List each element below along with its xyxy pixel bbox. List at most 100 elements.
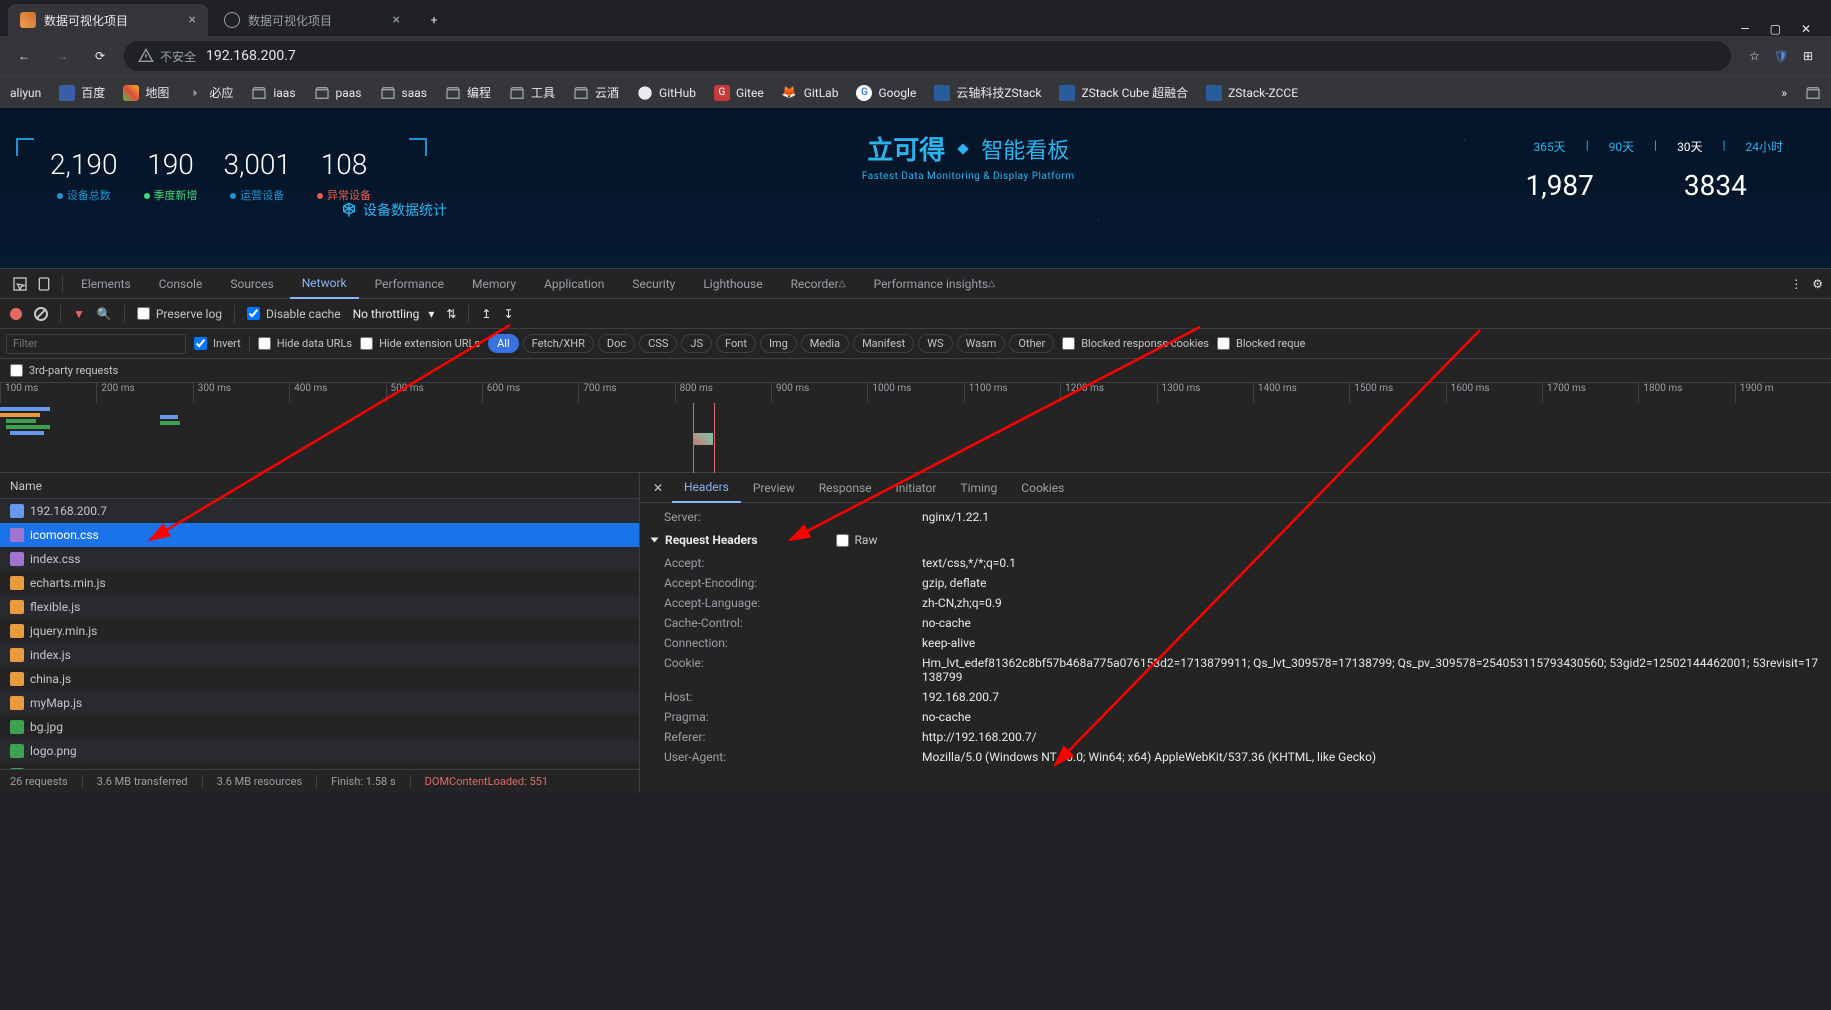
- filter-365[interactable]: 365天: [1525, 138, 1573, 155]
- devtools-tab-performance-insights[interactable]: Performance insights △: [862, 269, 1007, 299]
- bookmark-item[interactable]: 地图: [123, 84, 169, 101]
- close-icon[interactable]: ×: [189, 12, 196, 28]
- devtools-tab-sources[interactable]: Sources: [218, 269, 285, 299]
- devtools-tab-recorder[interactable]: Recorder △: [779, 269, 858, 299]
- hide-data-checkbox[interactable]: Hide data URLs: [258, 337, 352, 350]
- request-headers-section[interactable]: Request Headers Raw: [652, 527, 1819, 553]
- bookmark-item[interactable]: ZStack Cube 超融合: [1059, 84, 1188, 101]
- third-party-checkbox[interactable]: 3rd-party requests: [10, 364, 118, 377]
- bookmark-item[interactable]: ZStack-ZCCE: [1206, 85, 1298, 101]
- url-input[interactable]: 不安全 192.168.200.7: [124, 41, 1731, 71]
- type-pill-doc[interactable]: Doc: [598, 334, 635, 353]
- type-pill-js[interactable]: JS: [681, 334, 712, 353]
- bookmark-item[interactable]: 云酒: [573, 84, 619, 101]
- devtools-tab-memory[interactable]: Memory: [460, 269, 528, 299]
- settings-icon[interactable]: ⚙: [1812, 277, 1823, 291]
- bookmark-item[interactable]: GGoogle: [856, 85, 916, 101]
- network-timeline[interactable]: 100 ms200 ms300 ms400 ms500 ms600 ms700 …: [0, 383, 1831, 473]
- filter-24[interactable]: 24小时: [1738, 138, 1792, 155]
- type-pill-css[interactable]: CSS: [639, 334, 677, 353]
- close-window-icon[interactable]: ✕: [1801, 22, 1811, 36]
- bookmark-item[interactable]: aliyun: [10, 86, 41, 100]
- filter-input[interactable]: [6, 334, 186, 354]
- extensions-icon[interactable]: ⊞: [1803, 49, 1813, 63]
- detail-tab-cookies[interactable]: Cookies: [1009, 473, 1076, 503]
- wifi-icon[interactable]: ⇅: [446, 307, 456, 321]
- browser-tab-2[interactable]: 数据可视化项目 ×: [212, 4, 412, 36]
- request-row[interactable]: myMap.js: [0, 691, 639, 715]
- bookmark-item[interactable]: paas: [314, 85, 362, 101]
- search-icon[interactable]: 🔍: [97, 307, 112, 321]
- devtools-tab-console[interactable]: Console: [147, 269, 215, 299]
- bookmark-item[interactable]: 编程: [445, 84, 491, 101]
- filter-90[interactable]: 90天: [1601, 138, 1643, 155]
- type-pill-font[interactable]: Font: [716, 334, 756, 353]
- devtools-tab-lighthouse[interactable]: Lighthouse: [691, 269, 774, 299]
- request-row[interactable]: flexible.js: [0, 595, 639, 619]
- throttle-select[interactable]: No throttling ▾: [353, 307, 435, 321]
- bookmark-item[interactable]: GGitee: [714, 85, 764, 101]
- devtools-tab-performance[interactable]: Performance: [363, 269, 456, 299]
- bookmark-item[interactable]: iaas: [251, 85, 295, 101]
- blocked-cookies-checkbox[interactable]: Blocked response cookies: [1062, 337, 1209, 350]
- reload-button[interactable]: ⟳: [86, 42, 114, 70]
- bookmark-item[interactable]: 百度: [59, 84, 105, 101]
- bookmark-overflow[interactable]: »: [1781, 86, 1787, 100]
- type-pill-ws[interactable]: WS: [918, 334, 952, 353]
- type-pill-manifest[interactable]: Manifest: [853, 334, 914, 353]
- inspect-icon[interactable]: [8, 272, 32, 296]
- minimize-icon[interactable]: —: [1740, 22, 1749, 36]
- shield-icon[interactable]: 🛡: [1774, 49, 1789, 63]
- blocked-requests-checkbox[interactable]: Blocked reque: [1217, 337, 1305, 350]
- request-row[interactable]: bg.jpg: [0, 715, 639, 739]
- bookmark-item[interactable]: 🦊GitLab: [782, 85, 839, 101]
- devtools-tab-application[interactable]: Application: [532, 269, 616, 299]
- column-header[interactable]: Name: [0, 473, 639, 499]
- detail-tab-headers[interactable]: Headers: [672, 473, 741, 503]
- request-row[interactable]: 192.168.200.7: [0, 499, 639, 523]
- request-row[interactable]: echarts.min.js: [0, 571, 639, 595]
- clear-button[interactable]: [34, 307, 48, 321]
- bookmark-item[interactable]: 必应: [187, 84, 233, 101]
- download-icon[interactable]: ↧: [503, 307, 513, 321]
- disable-cache-checkbox[interactable]: Disable cache: [247, 307, 341, 321]
- detail-tab-response[interactable]: Response: [807, 473, 884, 503]
- type-pill-wasm[interactable]: Wasm: [957, 334, 1006, 353]
- close-detail-button[interactable]: ✕: [648, 478, 668, 498]
- raw-checkbox[interactable]: Raw: [836, 533, 878, 547]
- close-icon[interactable]: ×: [393, 12, 400, 28]
- device-icon[interactable]: [32, 272, 56, 296]
- devtools-tab-security[interactable]: Security: [620, 269, 687, 299]
- detail-tab-preview[interactable]: Preview: [741, 473, 807, 503]
- forward-button[interactable]: →: [48, 42, 76, 70]
- filter-30[interactable]: 30天: [1669, 138, 1711, 155]
- type-pill-other[interactable]: Other: [1009, 334, 1054, 353]
- request-row[interactable]: index.js: [0, 643, 639, 667]
- request-row[interactable]: jquery.min.js: [0, 619, 639, 643]
- invert-checkbox[interactable]: Invert: [194, 337, 241, 350]
- new-tab-button[interactable]: +: [420, 6, 448, 34]
- devtools-menu-icon[interactable]: ⋮: [1790, 277, 1802, 291]
- type-pill-all[interactable]: All: [488, 334, 519, 353]
- bookmark-folder[interactable]: [1805, 85, 1821, 101]
- upload-icon[interactable]: ↥: [481, 307, 491, 321]
- bookmark-item[interactable]: 云轴科技ZStack: [934, 84, 1041, 101]
- detail-tab-initiator[interactable]: Initiator: [884, 473, 949, 503]
- maximize-icon[interactable]: ▢: [1770, 22, 1781, 36]
- bookmark-item[interactable]: 工具: [509, 84, 555, 101]
- type-pill-img[interactable]: Img: [760, 334, 797, 353]
- devtools-tab-elements[interactable]: Elements: [69, 269, 143, 299]
- request-row[interactable]: logo.png: [0, 739, 639, 763]
- type-pill-media[interactable]: Media: [801, 334, 849, 353]
- preserve-log-checkbox[interactable]: Preserve log: [137, 307, 222, 321]
- request-row[interactable]: china.js: [0, 667, 639, 691]
- record-button[interactable]: [10, 308, 22, 320]
- filter-icon[interactable]: ▼: [73, 307, 85, 321]
- bookmark-item[interactable]: GitHub: [637, 85, 696, 101]
- browser-tab-1[interactable]: 数据可视化项目 ×: [8, 4, 208, 36]
- request-row[interactable]: index.css: [0, 547, 639, 571]
- security-indicator[interactable]: 不安全: [138, 48, 196, 65]
- hide-ext-checkbox[interactable]: Hide extension URLs: [360, 337, 480, 350]
- request-row[interactable]: icomoon.css: [0, 523, 639, 547]
- back-button[interactable]: ←: [10, 42, 38, 70]
